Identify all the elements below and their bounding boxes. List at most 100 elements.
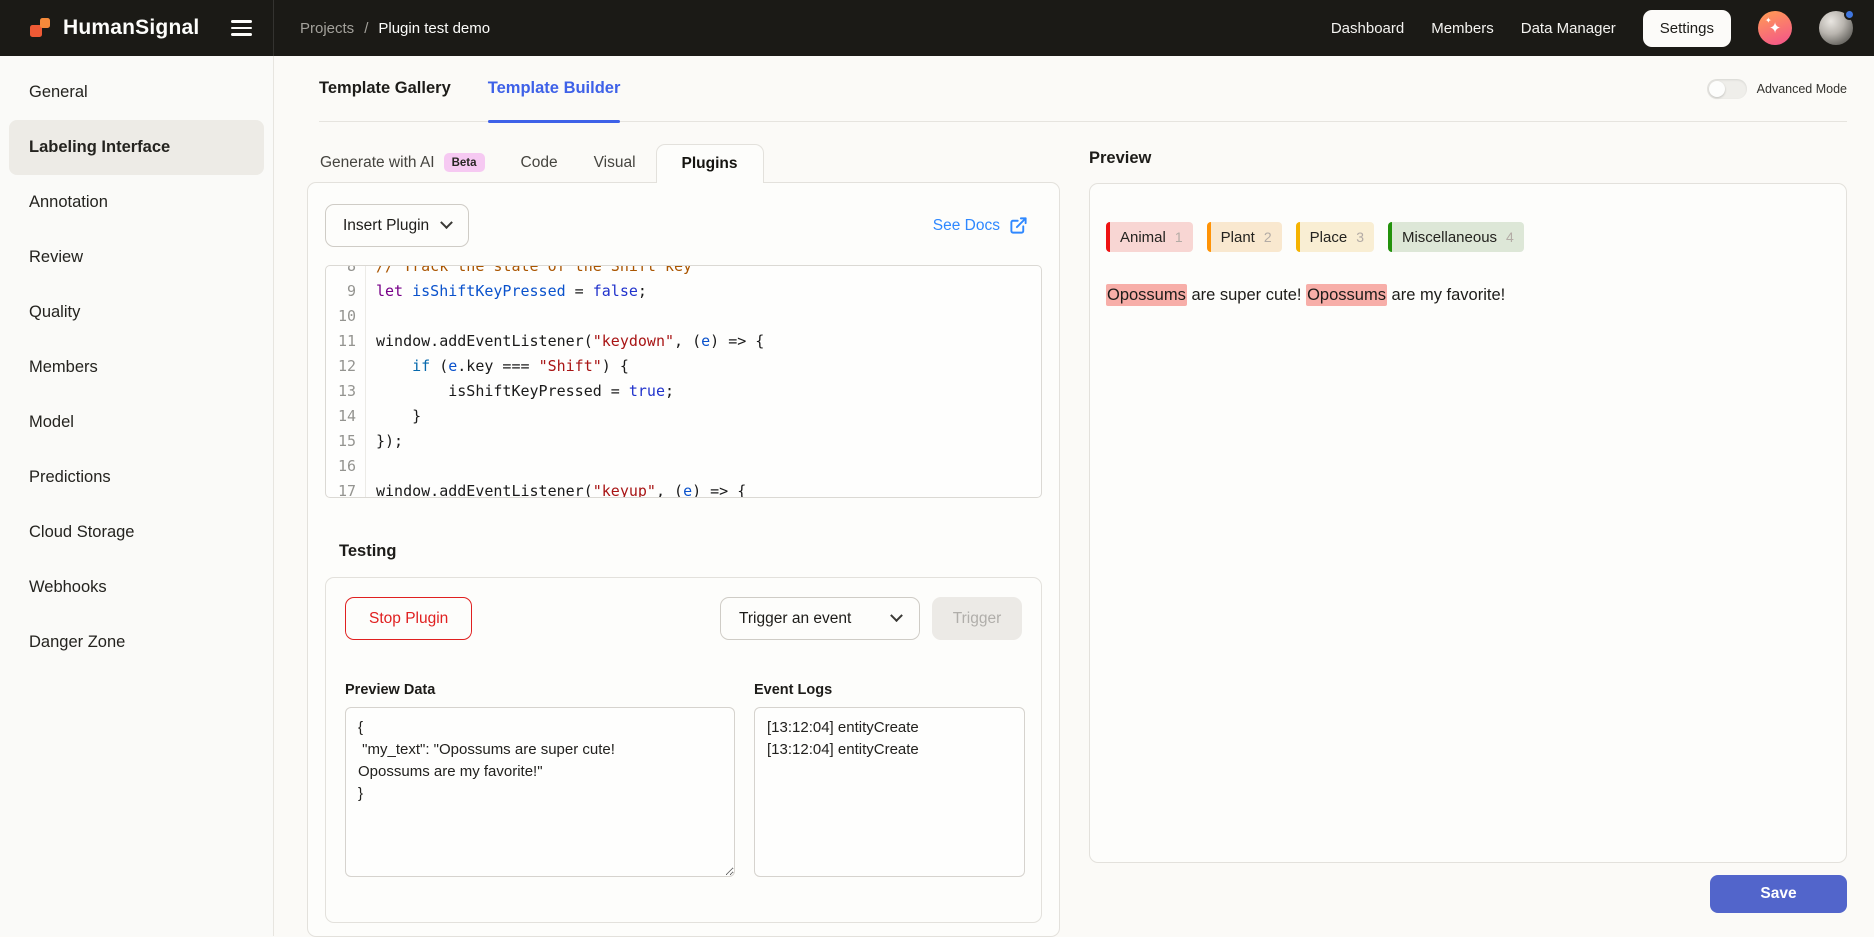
plugin-toolbar: Insert Plugin See Docs — [325, 204, 1042, 247]
insert-plugin-label: Insert Plugin — [343, 217, 429, 235]
sidebar-item-annotation[interactable]: Annotation — [9, 175, 264, 230]
code-text: isShiftKeyPressed = true; — [366, 379, 674, 404]
trigger-button[interactable]: Trigger — [932, 597, 1022, 640]
trigger-event-select[interactable]: Trigger an event — [720, 597, 920, 640]
breadcrumb: Projects / Plugin test demo — [300, 20, 490, 37]
trigger-event-value: Trigger an event — [739, 610, 851, 628]
preview-column: Preview Animal1 Plant2 Place3 Miscellaneous… — [1089, 143, 1847, 937]
code-line-12: 12 if (e.key === "Shift") { — [326, 354, 1041, 379]
ai-assistant-icon[interactable]: ✦✦ — [1758, 11, 1792, 45]
settings-button[interactable]: Settings — [1643, 10, 1731, 47]
code-line-11: 11window.addEventListener("keydown", (e)… — [326, 329, 1041, 354]
labeling-preview-card: Animal1 Plant2 Place3 Miscellaneous4 Opossu… — [1089, 183, 1847, 863]
testing-io-row: Preview Data { "my_text": "Opossums are … — [345, 682, 1022, 882]
sidebar-item-members[interactable]: Members — [9, 340, 264, 395]
code-text — [366, 454, 385, 479]
see-docs-link[interactable]: See Docs — [933, 216, 1028, 235]
topbar-left: HumanSignal — [0, 0, 274, 56]
tab-template-gallery[interactable]: Template Gallery — [319, 56, 451, 121]
subtab-code[interactable]: Code — [521, 154, 558, 172]
preview-task-text: Opossums are super cute! Opossums are my… — [1106, 282, 1830, 308]
builder-column: Generate with AI Beta Code Visual Plugin… — [307, 143, 1060, 937]
user-avatar[interactable] — [1819, 11, 1853, 45]
breadcrumb-projects[interactable]: Projects — [300, 20, 354, 37]
presence-dot — [1844, 9, 1855, 20]
preview-data-textarea[interactable]: { "my_text": "Opossums are super cute! O… — [345, 707, 735, 877]
line-number: 10 — [326, 304, 366, 329]
hamburger-menu-icon[interactable] — [231, 20, 252, 36]
label-hotkey-number: 3 — [1356, 229, 1374, 245]
sidebar-item-webhooks[interactable]: Webhooks — [9, 560, 264, 615]
event-logs-box[interactable]: [13:12:04] entityCreate[13:12:04] entity… — [754, 707, 1025, 877]
label-hotkey-number: 2 — [1264, 229, 1282, 245]
code-lines: 8// Track the state of the Shift key9let… — [326, 265, 1041, 498]
preview-heading: Preview — [1089, 149, 1847, 168]
tab-template-builder[interactable]: Template Builder — [488, 56, 621, 121]
code-line-17: 17window.addEventListener("keyup", (e) =… — [326, 479, 1041, 498]
event-logs-label: Event Logs — [754, 682, 1025, 698]
plugins-panel: Insert Plugin See Docs 8// Track the sta… — [307, 182, 1060, 937]
subtab-generate-with-ai[interactable]: Generate with AI Beta — [320, 153, 485, 172]
annotated-region[interactable]: Opossums — [1106, 284, 1187, 306]
line-number: 11 — [326, 329, 366, 354]
content-row: Generate with AI Beta Code Visual Plugin… — [274, 122, 1874, 937]
sidebar-item-danger-zone[interactable]: Danger Zone — [9, 615, 264, 670]
humansignal-logo-icon — [30, 16, 54, 40]
top-link-data-manager[interactable]: Data Manager — [1521, 20, 1616, 37]
label-chip-animal[interactable]: Animal1 — [1106, 222, 1193, 252]
chevron-down-icon — [890, 609, 903, 622]
label-chip-place[interactable]: Place3 — [1296, 222, 1374, 252]
sidebar-item-model[interactable]: Model — [9, 395, 264, 450]
label-chip-miscellaneous[interactable]: Miscellaneous4 — [1388, 222, 1524, 252]
preview-data-label: Preview Data — [345, 682, 735, 698]
sidebar-item-predictions[interactable]: Predictions — [9, 450, 264, 505]
code-line-16: 16 — [326, 454, 1041, 479]
sidebar-item-cloud-storage[interactable]: Cloud Storage — [9, 505, 264, 560]
plugin-code-editor[interactable]: 8// Track the state of the Shift key9let… — [325, 265, 1042, 498]
advanced-mode-toggle[interactable] — [1707, 79, 1747, 99]
line-number: 9 — [326, 279, 366, 304]
sidebar-item-general[interactable]: General — [9, 65, 264, 120]
code-line-9: 9let isShiftKeyPressed = false; — [326, 279, 1041, 304]
topbar: HumanSignal Projects / Plugin test demo … — [0, 0, 1874, 56]
label-chip-text: Animal — [1110, 229, 1175, 246]
topbar-nav: Dashboard Members Data Manager — [1331, 20, 1616, 37]
code-text: if (e.key === "Shift") { — [366, 354, 629, 379]
code-text: }); — [366, 429, 403, 454]
external-link-icon — [1009, 216, 1028, 235]
code-text — [366, 304, 385, 329]
annotated-region[interactable]: Opossums — [1306, 284, 1387, 306]
line-number: 17 — [326, 479, 366, 498]
line-number: 13 — [326, 379, 366, 404]
insert-plugin-dropdown[interactable]: Insert Plugin — [325, 204, 469, 247]
plain-text: are super cute! — [1187, 286, 1306, 304]
testing-heading: Testing — [339, 542, 1042, 561]
subtab-plugins[interactable]: Plugins — [656, 144, 764, 183]
sidebar-item-review[interactable]: Review — [9, 230, 264, 285]
line-number: 16 — [326, 454, 366, 479]
sidebar-item-labeling-interface[interactable]: Labeling Interface — [9, 120, 264, 175]
event-log-entry: [13:12:04] entityCreate — [767, 739, 1012, 761]
brand-logo[interactable]: HumanSignal — [30, 16, 199, 40]
label-chips-row: Animal1 Plant2 Place3 Miscellaneous4 — [1106, 222, 1830, 252]
line-number: 15 — [326, 429, 366, 454]
subtab-visual[interactable]: Visual — [594, 154, 636, 172]
beta-badge: Beta — [444, 153, 485, 172]
testing-button-row: Stop Plugin Trigger an event Trigger — [345, 597, 1022, 640]
code-line-8: 8// Track the state of the Shift key — [326, 265, 1041, 279]
code-line-15: 15}); — [326, 429, 1041, 454]
stop-plugin-button[interactable]: Stop Plugin — [345, 597, 472, 640]
code-text: } — [366, 404, 421, 429]
sparkle-icon: ✦ — [1765, 16, 1772, 25]
label-hotkey-number: 1 — [1175, 229, 1193, 245]
builder-subtabs: Generate with AI Beta Code Visual Plugin… — [307, 143, 1060, 182]
testing-card: Stop Plugin Trigger an event Trigger Pre… — [325, 577, 1042, 923]
main-content: Template Gallery Template Builder Advanc… — [274, 56, 1874, 936]
line-number: 14 — [326, 404, 366, 429]
topbar-right: Dashboard Members Data Manager Settings ✦✦ — [1331, 10, 1874, 47]
sidebar-item-quality[interactable]: Quality — [9, 285, 264, 340]
top-link-dashboard[interactable]: Dashboard — [1331, 20, 1404, 37]
save-button[interactable]: Save — [1710, 875, 1847, 913]
label-chip-plant[interactable]: Plant2 — [1207, 222, 1282, 252]
top-link-members[interactable]: Members — [1431, 20, 1494, 37]
